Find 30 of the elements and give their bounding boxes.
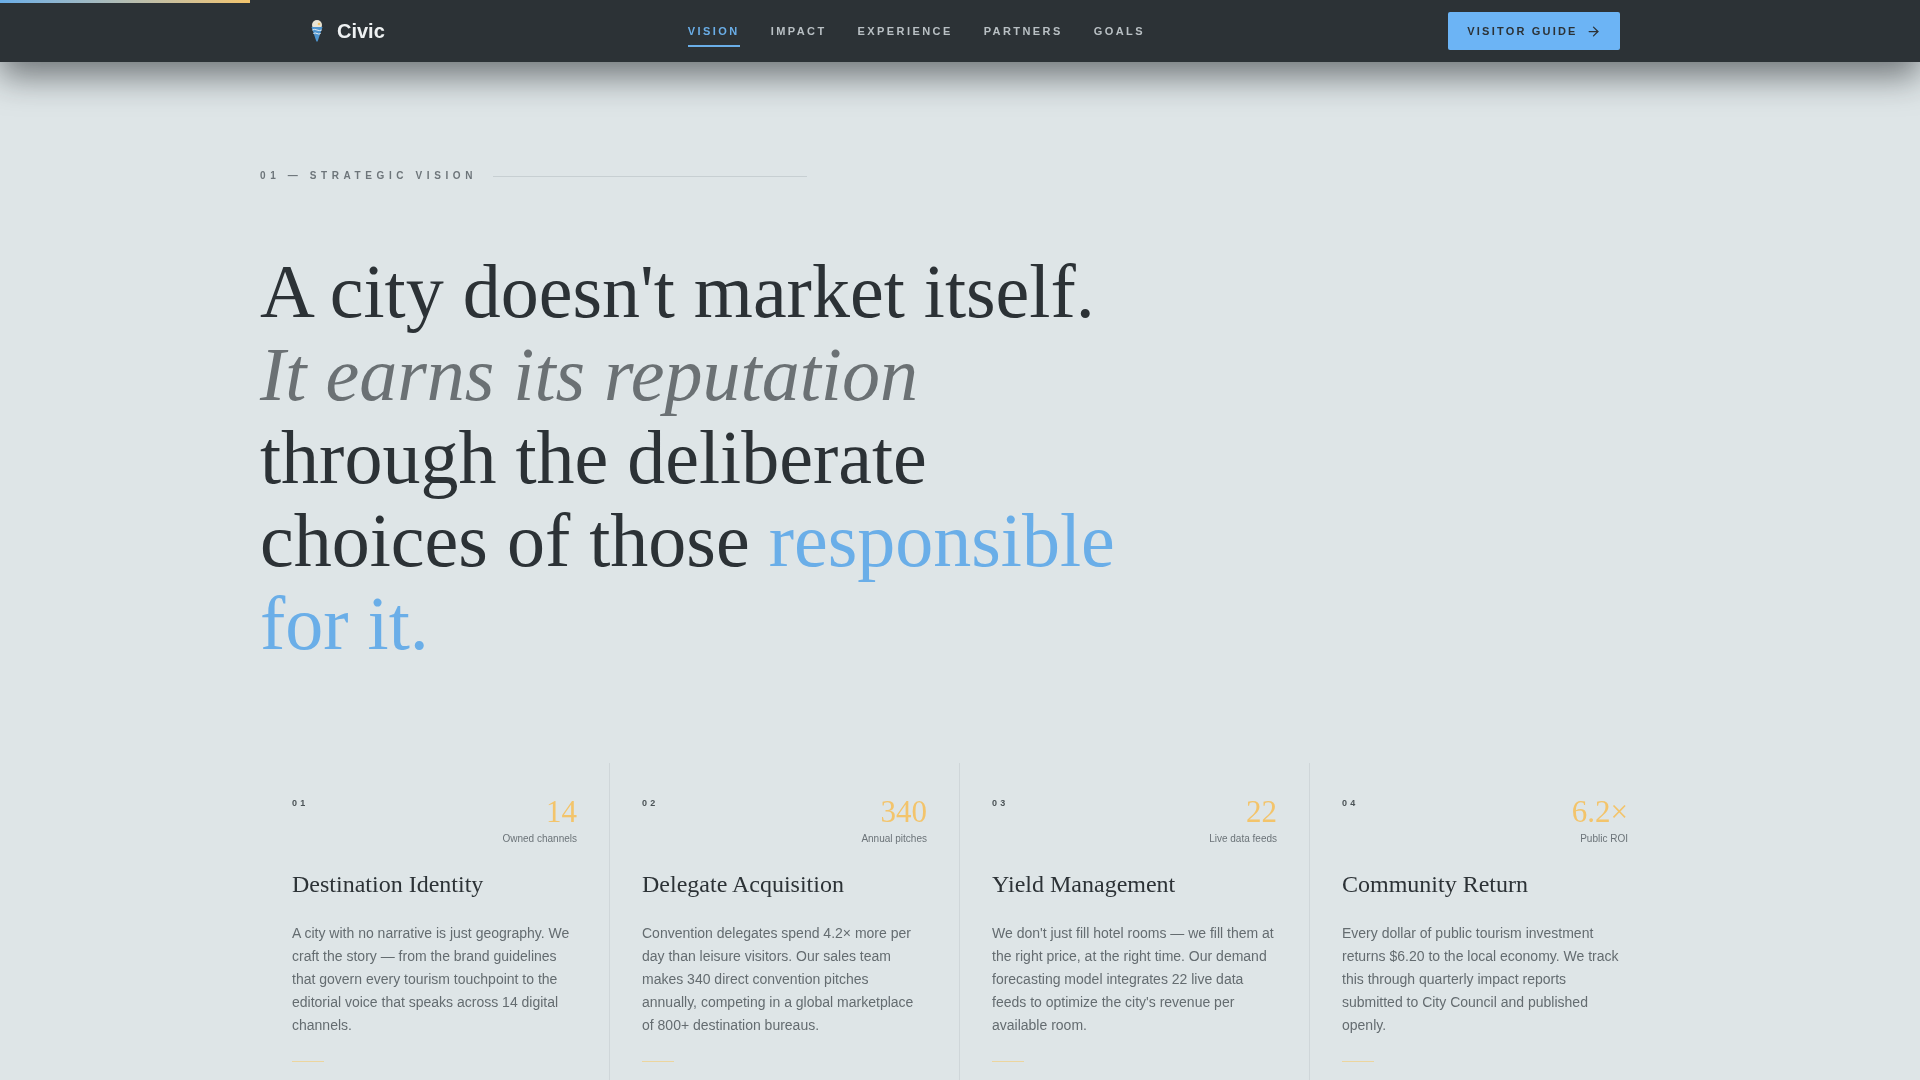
- headline: A city doesn't market itself. It earns its reputation through the deliberate choices of those responsible for it.: [260, 250, 1116, 665]
- card-title: Delegate Acquisition: [642, 870, 845, 899]
- card-number: 04: [1342, 799, 1359, 808]
- card-number: 01: [292, 799, 309, 808]
- card-title: Yield Management: [992, 870, 1177, 899]
- stat-label: Public ROI: [1580, 833, 1628, 845]
- card-description: Every dollar of public tourism investment returns $6.20 to the local economy. We track this through quarterly impact reports submitted to City Council and published openly.: [1342, 924, 1620, 1035]
- card-title: Community Return: [1342, 870, 1529, 899]
- stat-value: 22: [1246, 796, 1277, 828]
- card-number: 02: [642, 799, 659, 808]
- stat-value: 14: [546, 796, 577, 828]
- nav-link[interactable]: PARTNERS: [983, 14, 1063, 48]
- stat-label: Live data feeds: [1209, 833, 1277, 845]
- section-label: 01 — STRATEGIC VISION: [260, 171, 477, 181]
- stat-label: Owned channels: [502, 833, 577, 845]
- card-number: 03: [992, 799, 1009, 808]
- cone-icon: [310, 20, 324, 42]
- card-description: Convention delegates spend 4.2× more per day than leisure visitors. Our sales team makes 340 direct convention pitches annually, competing in a global marketplace of 800+ destination bureaus.: [642, 924, 915, 1035]
- stat-value: 340: [880, 796, 927, 828]
- nav-link[interactable]: GOALS: [1093, 14, 1145, 48]
- nav-link[interactable]: VISION: [687, 14, 740, 48]
- card-description: We don't just fill hotel rooms — we fill them at the right price, at the right time. Our demand forecasting model integrates 22 live data feeds to optimize the city's revenue per available room.: [992, 924, 1275, 1035]
- card-description: A city with no narrative is just geography. We craft the story — from the brand guidelines that govern every tourism touchpoint to the editorial voice that speaks across 14 digital channels.: [292, 924, 571, 1035]
- brand-link[interactable]: Civic: [310, 16, 385, 46]
- card-title: Destination Identity: [292, 870, 485, 899]
- nav-link[interactable]: EXPERIENCE: [857, 14, 953, 48]
- visitor-guide-button[interactable]: VISITOR GUIDE: [1448, 12, 1620, 50]
- stat-label: Annual pitches: [861, 833, 927, 845]
- nav-link[interactable]: IMPACT: [770, 14, 827, 48]
- stat-value: 6.2×: [1571, 796, 1628, 828]
